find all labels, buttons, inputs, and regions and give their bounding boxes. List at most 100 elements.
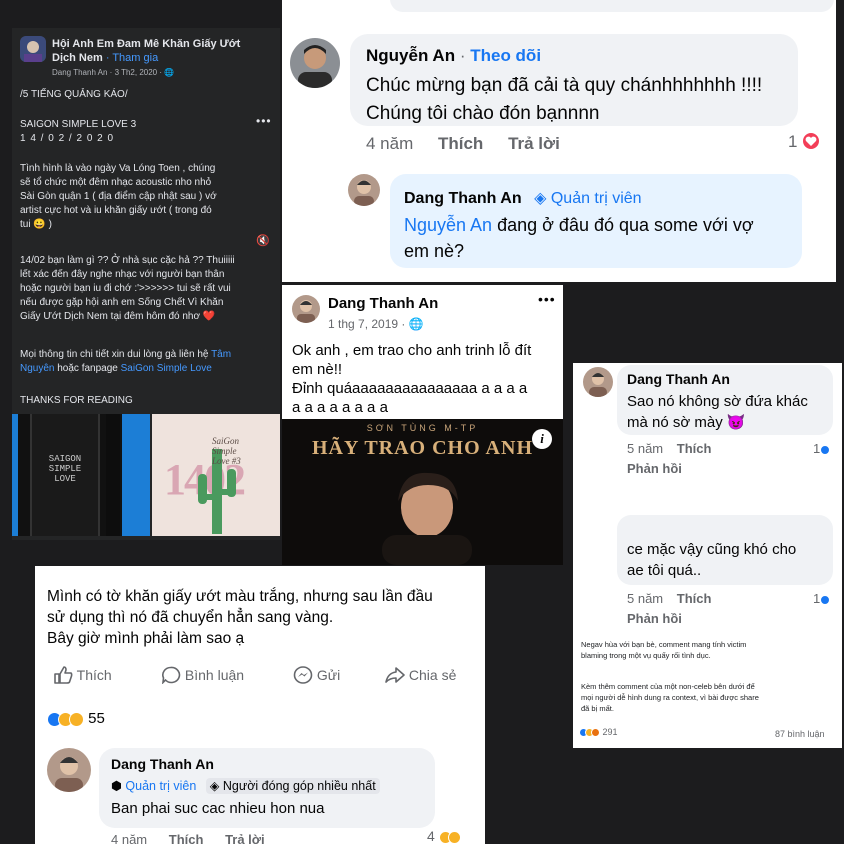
post-meta: Dang Thanh An · 3 Th2, 2020 · 🌐 — [52, 68, 174, 77]
haha-reaction-icon — [69, 711, 84, 727]
post-author[interactable]: Dang Thanh An — [328, 295, 438, 312]
separator: · — [459, 46, 471, 65]
globe-icon: 🌐 — [408, 317, 424, 331]
author-avatar[interactable] — [292, 295, 320, 323]
share-action[interactable]: Chia sẻ — [385, 666, 456, 687]
post-line: a a a a a a a a — [292, 399, 388, 416]
comment-actions: 4 năm Thích Trả lời — [111, 832, 265, 844]
poster-image-2[interactable]: 1402 SaiGon Simple Love #3 — [152, 414, 280, 536]
comment-actions: 4 năm Thích Trả lời — [366, 134, 560, 154]
comment-time[interactable]: 5 năm — [627, 441, 663, 456]
comment-line: ae tôi quá.. — [627, 562, 702, 579]
body-line: artist cực hot và iu khăn giấy ướt ( tro… — [20, 205, 212, 216]
comment-text: Ban phai suc cac nhieu hon nua — [111, 800, 325, 817]
admin-badge[interactable]: Quản trị viên — [125, 779, 196, 793]
video-artist: SƠN TÙNG M-TP — [366, 423, 479, 433]
comment-thread-panel: Nguyễn An · Theo dõi Chúc mừng bạn đã cả… — [282, 0, 836, 282]
comment-time[interactable]: 4 năm — [111, 832, 147, 844]
group-avatar[interactable] — [20, 36, 46, 62]
group-name-line1[interactable]: Hội Anh Em Đam Mê Khăn Giấy Ướt — [52, 38, 240, 50]
post-line: em nè!! — [292, 361, 343, 378]
comment-line: ce mặc vậy cũng khó cho — [627, 541, 797, 558]
globe-icon: 🌐 — [164, 68, 175, 77]
reply-text-part: em nè? — [404, 241, 465, 261]
mute-icon[interactable]: 🔇 — [256, 234, 270, 247]
fanpage-link[interactable]: SaiGon Simple Love — [121, 363, 212, 374]
admin-badge[interactable]: Quản trị viên — [551, 190, 642, 207]
comment-action[interactable]: Bình luận — [161, 666, 244, 687]
body-line: lết xác đến đây nghe nhạc với người bạn … — [20, 269, 225, 280]
reaction-summary[interactable]: 1 — [788, 131, 821, 152]
note-line: blaming trong một vụ quấy rối tình dục. — [581, 651, 711, 660]
comment-total[interactable]: 87 bình luận — [775, 729, 825, 739]
commenter-avatar[interactable] — [47, 748, 91, 792]
video-thumbnail[interactable]: SƠN TÙNG M-TP HÃY TRAO CHO ANH i — [282, 419, 563, 565]
comment-reaction-summary[interactable]: 4 — [427, 828, 461, 844]
info-icon[interactable]: i — [532, 429, 552, 449]
reply-button[interactable]: Phản hồi — [627, 611, 682, 626]
badge-row: ⬢ Quản trị viên ◈ Người đóng góp nhiều n… — [111, 778, 380, 794]
ad-tag: /5 TIẾNG QUẢNG KÁO/ — [20, 89, 128, 100]
victim-blaming-comments-panel: Dang Thanh An Sao nó không sờ đứa khác m… — [573, 363, 842, 748]
note-line: Negav hùa với bạn bè, comment mang tính … — [581, 640, 747, 649]
like-button[interactable]: Thích — [169, 832, 204, 844]
tam-link[interactable]: Tâm — [211, 349, 231, 360]
group-name-line2[interactable]: Dịch Nem — [52, 52, 103, 64]
context-note-2: Kèm thêm comment của một non-celeb bên d… — [581, 681, 837, 714]
poster-image-1[interactable]: SAIGON SIMPLE LOVE — [12, 414, 150, 536]
more-options-icon[interactable]: ••• — [256, 114, 272, 128]
like-button[interactable]: Thích — [677, 441, 712, 456]
avatar[interactable] — [290, 38, 340, 88]
like-button[interactable]: Thích — [677, 591, 712, 606]
like-button[interactable]: Thích — [438, 134, 483, 153]
send-label: Gửi — [316, 667, 341, 684]
reply-button[interactable]: Trả lời — [225, 832, 265, 844]
post-date[interactable]: 1 thg 7, 2019 · — [328, 317, 409, 331]
send-action[interactable]: Gửi — [293, 666, 340, 687]
body-line: tui 😀 ) — [20, 219, 52, 230]
note-line: mọi người dễ hình dung ra context, vì bà… — [581, 693, 759, 702]
nguyen-link[interactable]: Nguyên — [20, 363, 54, 374]
commenter-name[interactable]: Dang Thanh An — [627, 371, 730, 387]
post-reaction-summary[interactable]: 55 — [47, 710, 105, 727]
reply-text: Nguyễn An đang ở đâu đó qua some với vợ … — [404, 212, 794, 264]
reaction-total: 291 — [602, 727, 618, 737]
comment-line: Chúc mừng bạn đã cải tà quy chánhhhhhhh … — [366, 75, 763, 96]
body-line: sẽ tổ chức một đêm nhạc acoustic nho nhỏ — [20, 177, 212, 188]
comment-line: mà nó sờ mày 😈 — [627, 414, 746, 431]
reaction-count: 1 — [813, 591, 821, 606]
reply-header: Dang Thanh An ◈ Quản trị viên — [404, 188, 642, 208]
angry-reaction-icon — [591, 728, 600, 738]
comment-line: Chúng tôi chào đón bạnnnn — [366, 103, 600, 124]
reaction-summary-1[interactable]: 1 — [813, 441, 831, 456]
post-author-date[interactable]: Dang Thanh An · 3 Th2, 2020 · — [52, 68, 164, 77]
post-reaction-summary[interactable]: 291 — [579, 727, 618, 738]
comment-time[interactable]: 4 năm — [366, 134, 413, 153]
like-label: Thích — [76, 667, 112, 684]
haha-reaction-icon — [447, 830, 461, 844]
reply-avatar[interactable] — [348, 174, 380, 206]
group-name[interactable]: Hội Anh Em Đam Mê Khăn Giấy Ướt Dịch Nem… — [52, 37, 240, 65]
comment-text-1: Sao nó không sờ đứa khác mà nó sờ mày 😈 — [627, 391, 808, 433]
event-date: 1 4 / 0 2 / 2 0 2 0 — [20, 133, 115, 144]
reply-button[interactable]: Phản hồi — [627, 461, 682, 476]
reply-button[interactable]: Trả lời — [508, 134, 560, 153]
comment-time[interactable]: 5 năm — [627, 591, 663, 606]
join-group-link[interactable]: · Tham gia — [106, 52, 158, 64]
contributor-badge[interactable]: ◈ Người đóng góp nhiều nhất — [205, 778, 380, 794]
post-body-2: 14/02 bạn làm gì ?? Ở nhà sục cặc hả ?? … — [20, 254, 278, 324]
commenter-avatar[interactable] — [583, 367, 613, 397]
reply-author-name[interactable]: Dang Thanh An — [404, 190, 522, 207]
like-action[interactable]: Thích — [53, 666, 112, 687]
body-line: nếu được gặp hội anh em Sống Chết Vì Khă… — [20, 297, 224, 308]
more-options-icon[interactable]: ••• — [538, 291, 556, 307]
mention-link[interactable]: Nguyễn An — [404, 215, 492, 235]
comment-actions-2: 5 năm Thích — [627, 591, 711, 606]
follow-link[interactable]: Theo dõi — [470, 46, 541, 65]
commenter-name[interactable]: Dang Thanh An — [111, 756, 214, 772]
post-line: Ok anh , em trao cho anh trinh lỗ đít — [292, 342, 532, 359]
commenter-name[interactable]: Nguyễn An — [366, 46, 455, 65]
admin-shield-icon: ◈ — [534, 190, 547, 207]
share-label: Chia sẻ — [408, 667, 457, 684]
reaction-summary-2[interactable]: 1 — [813, 591, 831, 606]
